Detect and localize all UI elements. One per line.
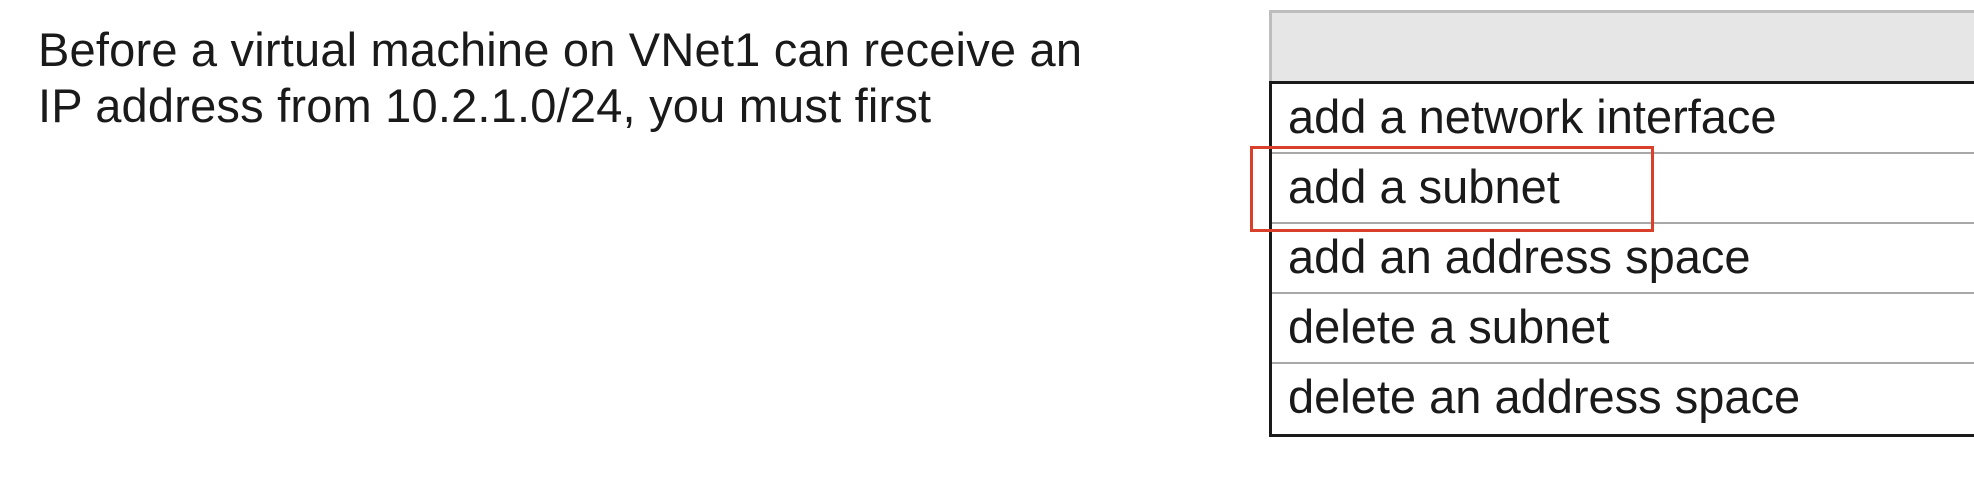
question-line-1: Before a virtual machine on VNet1 can re…	[38, 23, 1083, 76]
dropdown-option-delete-subnet[interactable]: delete a subnet	[1272, 294, 1974, 364]
dropdown-option-add-subnet[interactable]: add a subnet	[1272, 154, 1974, 224]
dropdown-options-list: add a network interface add a subnet add…	[1269, 81, 1974, 437]
question-text: Before a virtual machine on VNet1 can re…	[38, 22, 1248, 134]
question-line-2: IP address from 10.2.1.0/24, you must fi…	[38, 79, 932, 132]
dropdown-option-delete-address-space[interactable]: delete an address space	[1272, 364, 1974, 434]
dropdown-option-add-address-space[interactable]: add an address space	[1272, 224, 1974, 294]
dropdown-selected-value[interactable]	[1269, 10, 1974, 82]
dropdown-option-add-network-interface[interactable]: add a network interface	[1272, 84, 1974, 154]
answer-dropdown[interactable]: add a network interface add a subnet add…	[1269, 10, 1974, 437]
